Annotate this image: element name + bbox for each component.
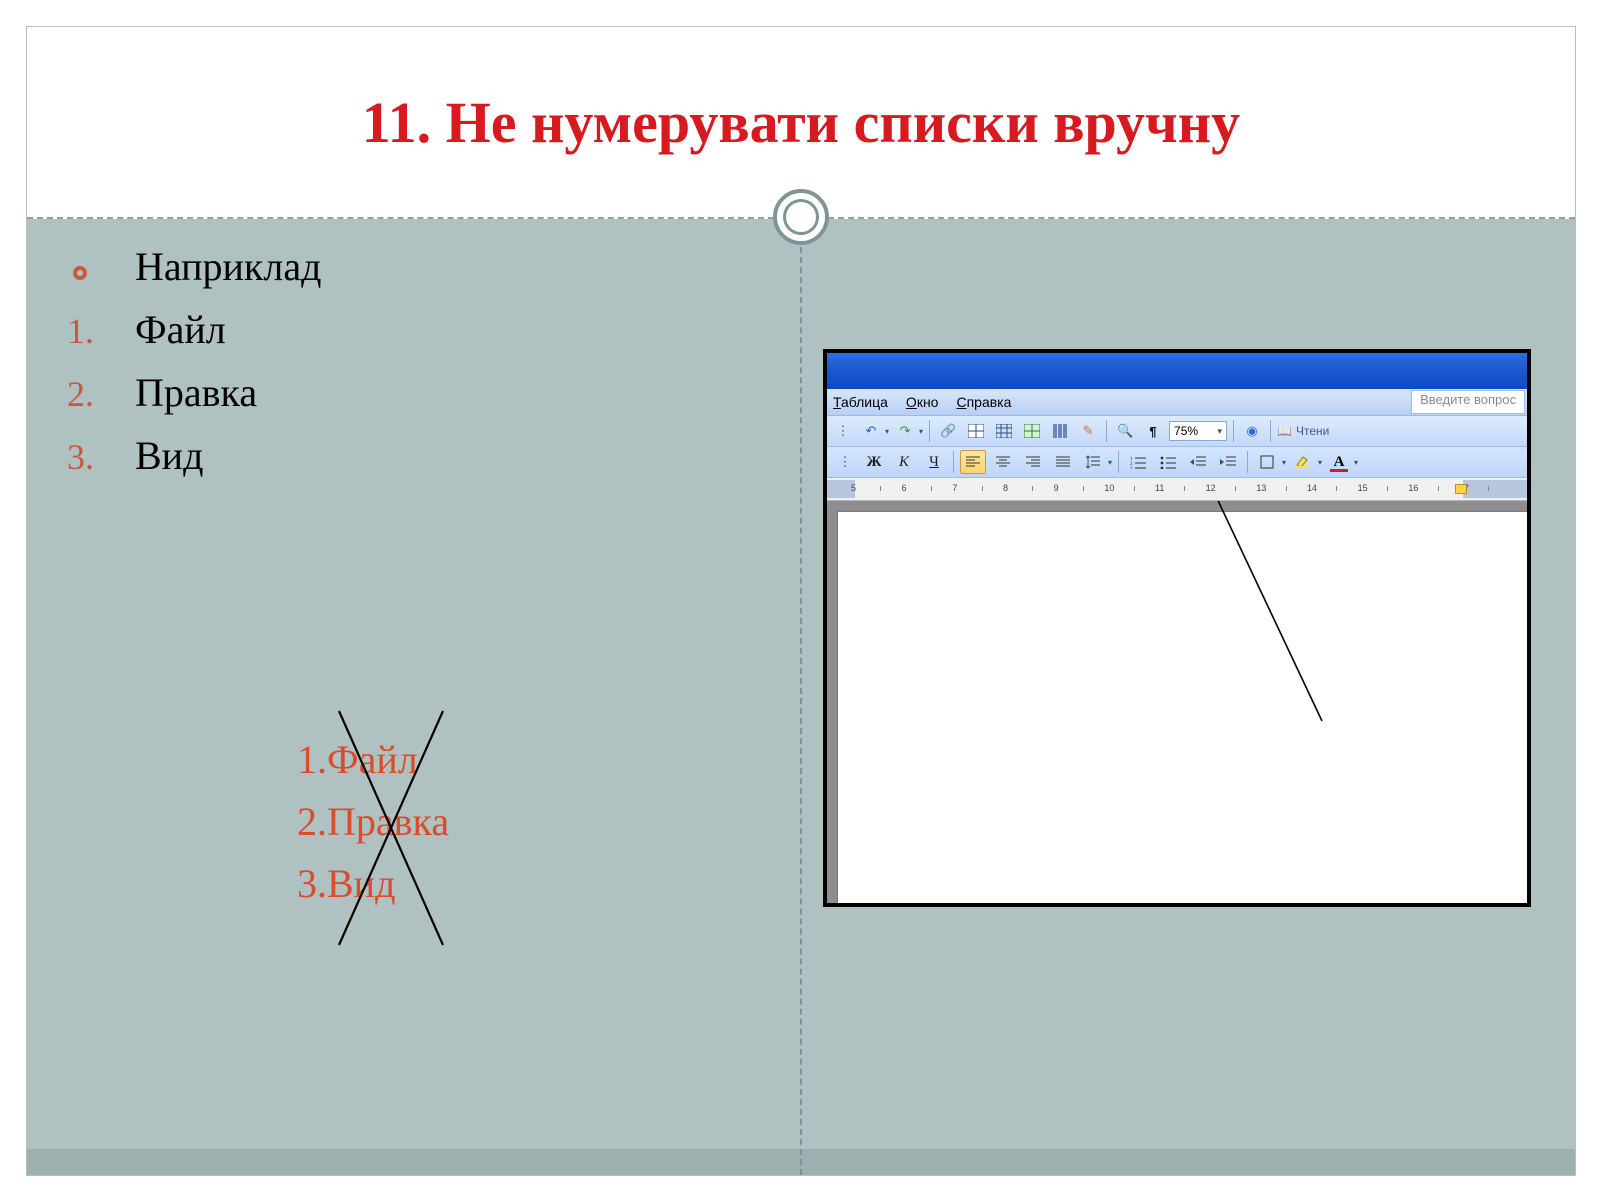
undo-dropdown-icon[interactable]: ▾ — [885, 427, 889, 436]
list-number: 1. — [67, 310, 107, 352]
toolbar-separator — [1270, 420, 1271, 442]
menu-window[interactable]: Окно — [906, 394, 939, 410]
ruler-tab-marker-icon[interactable] — [1455, 484, 1467, 494]
standard-toolbar: ⋮ ↶ ▾ ↷ ▾ 🔗 — [827, 416, 1527, 447]
show-formatting-button[interactable]: ¶ — [1141, 419, 1165, 443]
formatting-toolbar: ⋮ Ж К Ч — [827, 447, 1527, 478]
highlight-dropdown-icon[interactable]: ▾ — [1318, 458, 1322, 467]
toolbar-separator — [929, 420, 930, 442]
help-button[interactable]: ◉ — [1240, 419, 1264, 443]
slide-title: 11. Не нумерувати списки вручну — [362, 89, 1240, 156]
numbered-item: 2. Правка — [67, 369, 707, 416]
list-number: 2. — [67, 373, 107, 415]
font-color-button[interactable]: A — [1326, 450, 1352, 474]
underline-button[interactable]: Ч — [921, 450, 947, 474]
reading-label: Чтени — [1296, 424, 1329, 438]
insert-excel-button[interactable] — [1020, 419, 1044, 443]
reading-layout-button[interactable]: 📖Чтени — [1277, 424, 1329, 438]
highlight-button[interactable] — [1290, 450, 1316, 474]
bullet-item: Наприклад — [67, 243, 707, 290]
tool-handle-icon[interactable]: ⋮ — [831, 419, 855, 443]
align-right-button[interactable] — [1020, 450, 1046, 474]
decrease-indent-button[interactable] — [1185, 450, 1211, 474]
wrong-example: 1.Файл 2.Правка 3.Вид — [297, 729, 449, 915]
list-item-label: Вид — [135, 432, 203, 479]
word-screenshot: Таблица Окно Справка Введите вопрос ⋮ ↶ … — [823, 349, 1531, 907]
bold-button[interactable]: Ж — [861, 450, 887, 474]
slide-frame: 11. Не нумерувати списки вручну Наприкла… — [26, 26, 1576, 1176]
word-menubar: Таблица Окно Справка Введите вопрос — [827, 389, 1527, 416]
list-number: 3. — [67, 436, 107, 478]
line-spacing-dropdown-icon[interactable]: ▾ — [1108, 458, 1112, 467]
border-dropdown-icon[interactable]: ▾ — [1282, 458, 1286, 467]
menu-help[interactable]: Справка — [956, 394, 1011, 410]
bullet-icon — [73, 266, 87, 280]
wrong-line: 3.Вид — [297, 853, 449, 915]
redo-button[interactable]: ↷ — [893, 419, 917, 443]
zoom-select[interactable]: 75% — [1169, 421, 1227, 441]
numbered-list-button[interactable]: 123 — [1125, 450, 1151, 474]
toolbar-separator — [1106, 420, 1107, 442]
help-search-input[interactable]: Введите вопрос — [1411, 390, 1525, 414]
correct-list: Наприклад 1. Файл 2. Правка 3. Вид — [67, 243, 707, 495]
document-map-button[interactable]: 🔍 — [1113, 419, 1137, 443]
toolbar-separator — [1118, 451, 1119, 473]
tables-borders-button[interactable] — [964, 419, 988, 443]
bulleted-list-button[interactable] — [1155, 450, 1181, 474]
numbered-item: 3. Вид — [67, 432, 707, 479]
bullet-label: Наприклад — [135, 243, 321, 290]
outside-border-button[interactable] — [1254, 450, 1280, 474]
list-item-label: Правка — [135, 369, 257, 416]
italic-button[interactable]: К — [891, 450, 917, 474]
align-center-button[interactable] — [990, 450, 1016, 474]
hyperlink-button[interactable]: 🔗 — [936, 419, 960, 443]
undo-button[interactable]: ↶ — [859, 419, 883, 443]
wrong-line: 1.Файл — [297, 729, 449, 791]
insert-table-button[interactable] — [992, 419, 1016, 443]
document-area[interactable] — [827, 501, 1527, 903]
numbered-item: 1. Файл — [67, 306, 707, 353]
wrong-line: 2.Правка — [297, 791, 449, 853]
align-left-button[interactable] — [960, 450, 986, 474]
word-titlebar — [827, 353, 1527, 389]
increase-indent-button[interactable] — [1215, 450, 1241, 474]
svg-text:3: 3 — [1130, 467, 1133, 469]
page — [837, 511, 1531, 907]
menu-table[interactable]: Таблица — [833, 394, 888, 410]
slide: 11. Не нумерувати списки вручну Наприкла… — [0, 0, 1600, 1200]
list-item-label: Файл — [135, 306, 226, 353]
drawing-button[interactable]: ✎ — [1076, 419, 1100, 443]
line-spacing-button[interactable] — [1080, 450, 1106, 474]
tool-handle-icon[interactable]: ⋮ — [833, 450, 857, 474]
ruler[interactable]: 567891011121314151617 — [827, 478, 1527, 501]
toolbar-separator — [1233, 420, 1234, 442]
columns-button[interactable] — [1048, 419, 1072, 443]
font-color-dropdown-icon[interactable]: ▾ — [1354, 458, 1358, 467]
toolbar-separator — [1247, 451, 1248, 473]
redo-dropdown-icon[interactable]: ▾ — [919, 427, 923, 436]
toolbar-separator — [953, 451, 954, 473]
divider-circle-icon — [773, 189, 829, 245]
vertical-divider — [800, 217, 802, 1175]
align-justify-button[interactable] — [1050, 450, 1076, 474]
